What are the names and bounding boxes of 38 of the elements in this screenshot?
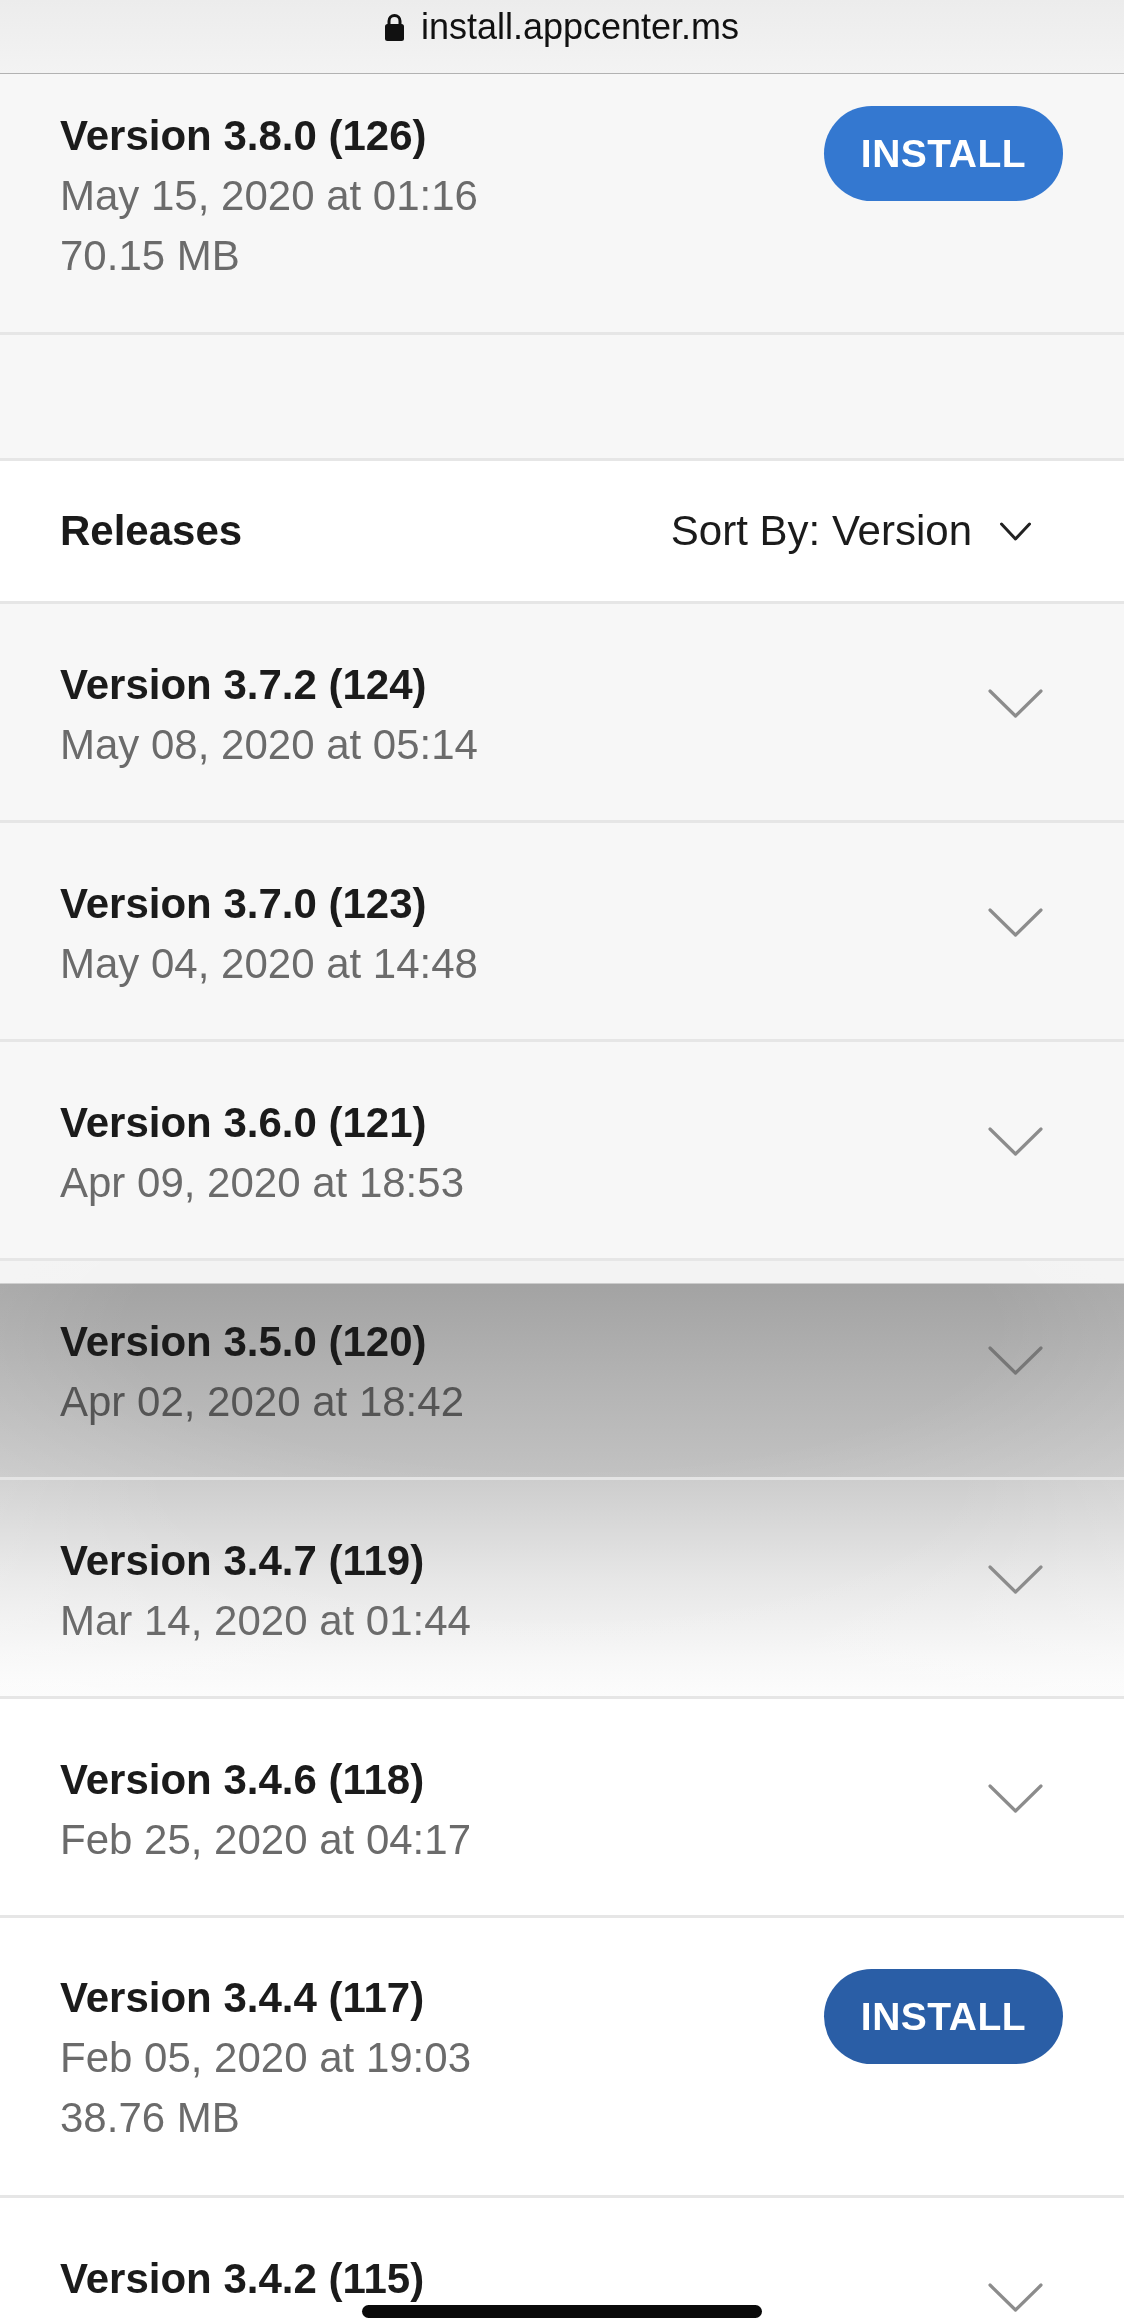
release-title: Version 3.7.0 (123) [60, 879, 428, 929]
release-size: 70.15 MB [60, 231, 241, 281]
release-date: Apr 09, 2020 at 18:53 [60, 1158, 464, 1208]
release-title: Version 3.8.0 (126) [60, 111, 428, 161]
install-button[interactable]: INSTALL [824, 106, 1063, 201]
release-date: May 08, 2020 at 05:14 [60, 720, 478, 770]
release-row[interactable]: Version 3.4.6 (118) Feb 25, 2020 at 04:17 [0, 1699, 1124, 1918]
section-title: Releases [60, 506, 243, 556]
release-title: Version 3.5.0 (120) [60, 1317, 428, 1367]
chevron-down-icon [988, 1784, 1043, 1813]
chevron-down-icon [988, 1346, 1043, 1375]
release-title: Version 3.4.4 (117) [60, 1973, 426, 2023]
release-date: Mar 14, 2020 at 01:44 [60, 1596, 471, 1646]
release-date: Feb 05, 2020 at 19:03 [60, 2033, 471, 2083]
release-title: Version 3.4.7 (119) [60, 1536, 426, 1586]
release-row[interactable]: Version 3.4.2 (115) [0, 2198, 1124, 2320]
release-title: Version 3.7.2 (124) [60, 660, 428, 710]
chevron-down-icon [1000, 521, 1031, 541]
release-title: Version 3.6.0 (121) [60, 1098, 428, 1148]
release-date: May 15, 2020 at 01:16 [60, 171, 478, 221]
sort-dropdown[interactable]: Sort By: Version [670, 501, 1031, 561]
chevron-down-icon [988, 908, 1043, 937]
chevron-down-icon [988, 1565, 1043, 1594]
release-title: Version 3.4.2 (115) [60, 2254, 425, 2304]
chevron-down-icon [988, 689, 1043, 718]
install-button[interactable]: INSTALL [824, 1969, 1063, 2064]
release-date: Apr 02, 2020 at 18:42 [60, 1377, 464, 1427]
release-row[interactable]: Version 3.4.4 (117) Feb 05, 2020 at 19:03 38.76 MB INSTALL [0, 1918, 1124, 2198]
release-title: Version 3.4.6 (118) [60, 1755, 426, 1805]
release-date: Feb 25, 2020 at 04:17 [60, 1815, 471, 1865]
chevron-down-icon [988, 2283, 1043, 2312]
release-size: 38.76 MB [60, 2093, 241, 2143]
release-row[interactable]: Version 3.5.0 (120) Apr 02, 2020 at 18:42 [0, 1261, 1124, 1480]
lock-icon [384, 12, 404, 41]
url-text[interactable]: install.appcenter.ms [420, 6, 740, 47]
release-row[interactable]: Version 3.4.7 (119) Mar 14, 2020 at 01:44 [0, 1480, 1124, 1699]
release-date: May 04, 2020 at 14:48 [60, 939, 478, 989]
chevron-down-icon [988, 1127, 1043, 1156]
